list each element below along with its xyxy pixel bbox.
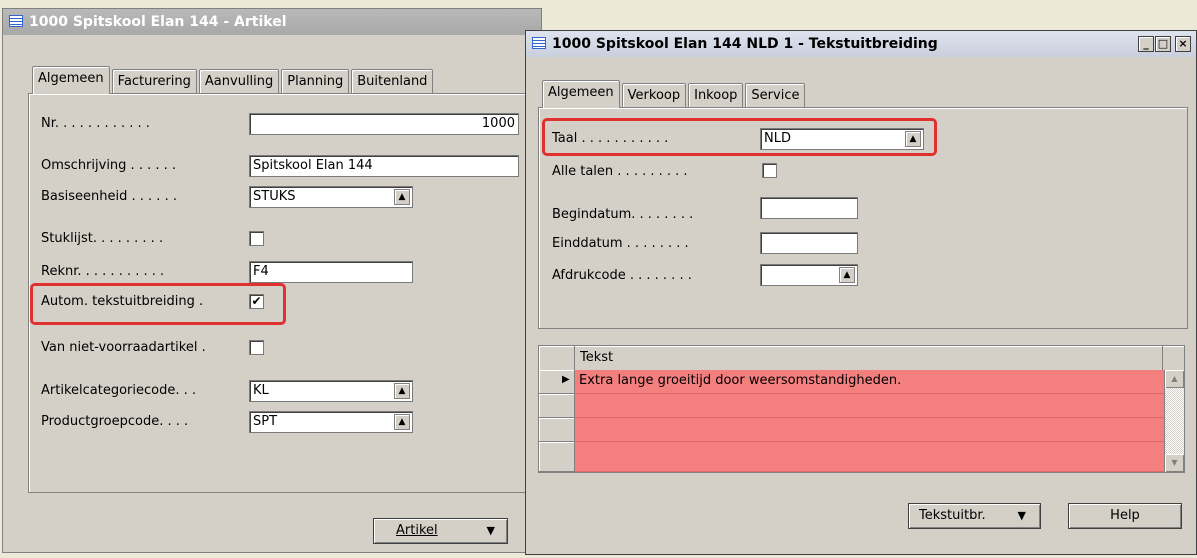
omschrijving-field[interactable]: Spitskool Elan 144	[249, 155, 519, 177]
einddatum-field[interactable]	[760, 232, 858, 254]
scroll-up-icon[interactable]: ▲	[1165, 370, 1184, 388]
item-card-general-panel	[28, 93, 540, 493]
item-card-window: 1000 Spitskool Elan 144 - Artikel Algeme…	[2, 8, 542, 553]
lookup-icon[interactable]: ▲	[394, 414, 410, 430]
omschrijving-label: Omschrijving . . . . . .	[41, 158, 177, 173]
productgroepcode-label: Productgroepcode. . . .	[41, 414, 189, 429]
lookup-icon[interactable]: ▲	[839, 267, 855, 283]
productgroepcode-value: SPT	[253, 414, 278, 429]
basiseenheid-label: Basiseenheid . . . . . .	[41, 189, 177, 204]
grid-cell[interactable]: Extra lange groeitijd door weersomstandi…	[575, 370, 1164, 394]
einddatum-label: Einddatum . . . . . . . .	[552, 236, 689, 251]
grid-header-row	[539, 346, 1184, 371]
text-extension-title: 1000 Spitskool Elan 144 NLD 1 - Tekstuit…	[552, 36, 938, 52]
grid-cell[interactable]	[575, 418, 1164, 442]
grid-corner	[539, 346, 575, 370]
form-icon	[532, 37, 546, 49]
autom-tekstuitbreiding-checkbox[interactable]: ✔	[249, 294, 264, 309]
begindatum-field[interactable]	[760, 197, 858, 219]
tekstuitbr-button-label: Tekstuitbr.	[919, 508, 986, 523]
row-selector[interactable]: ▶	[539, 370, 575, 394]
artikelcategoriecode-label: Artikelcategoriecode. . .	[41, 383, 197, 398]
row-selector[interactable]	[539, 418, 575, 442]
artikel-menu-button[interactable]: Artikel ▼	[373, 518, 508, 544]
grid-cell[interactable]	[575, 442, 1164, 472]
tab-facturering[interactable]: Facturering	[111, 69, 197, 94]
productgroepcode-field[interactable]: SPT ▲	[249, 411, 413, 433]
taal-field[interactable]: NLD ▲	[760, 128, 924, 150]
dropdown-arrow-icon: ▼	[1017, 509, 1026, 522]
row-selector[interactable]	[539, 394, 575, 418]
minimize-icon[interactable]: _	[1138, 36, 1154, 52]
text-extension-window: 1000 Spitskool Elan 144 NLD 1 - Tekstuit…	[525, 30, 1197, 555]
lookup-icon[interactable]: ▲	[394, 189, 410, 205]
tab-verkoop[interactable]: Verkoop	[621, 83, 687, 108]
nr-field[interactable]: 1000	[249, 113, 519, 135]
basiseenheid-field[interactable]: STUKS ▲	[249, 186, 413, 208]
taal-label: Taal . . . . . . . . . . .	[552, 131, 669, 146]
stuklijst-checkbox[interactable]	[249, 231, 264, 246]
text-extension-titlebar[interactable]: 1000 Spitskool Elan 144 NLD 1 - Tekstuit…	[526, 31, 1196, 57]
begindatum-label: Begindatum. . . . . . . .	[552, 207, 694, 222]
tab-planning[interactable]: Planning	[281, 69, 350, 94]
alle-talen-checkbox[interactable]	[762, 163, 777, 178]
tab-service[interactable]: Service	[745, 83, 806, 108]
help-button[interactable]: Help	[1068, 503, 1182, 529]
artikelcategoriecode-field[interactable]: KL ▲	[249, 380, 413, 402]
lookup-icon[interactable]: ▲	[905, 131, 921, 147]
column-header-tekst[interactable]: Tekst	[580, 350, 613, 365]
tab-algemeen[interactable]: Algemeen	[542, 80, 620, 108]
van-niet-voorraadartikel-checkbox[interactable]	[249, 340, 264, 355]
afdrukcode-label: Afdrukcode . . . . . . . .	[552, 268, 692, 283]
tab-algemeen[interactable]: Algemeen	[32, 66, 110, 94]
grid-cell[interactable]	[575, 394, 1164, 418]
text-lines-grid[interactable]: Tekst ▶ Extra lange groeitijd door weers…	[538, 345, 1185, 473]
tab-buitenland[interactable]: Buitenland	[351, 69, 434, 94]
item-card-titlebar[interactable]: 1000 Spitskool Elan 144 - Artikel	[3, 9, 541, 35]
close-icon[interactable]: ×	[1175, 36, 1191, 52]
row-selector[interactable]	[539, 442, 575, 472]
van-niet-voorraadartikel-label: Van niet-voorraadartikel .	[41, 340, 206, 355]
form-icon	[9, 15, 23, 27]
nr-label: Nr. . . . . . . . . . . .	[41, 116, 150, 131]
item-card-title: 1000 Spitskool Elan 144 - Artikel	[29, 14, 287, 30]
text-extension-tabs: Algemeen Verkoop Inkoop Service	[542, 80, 807, 108]
scroll-down-icon[interactable]: ▼	[1165, 454, 1184, 472]
row-pointer-icon: ▶	[562, 374, 570, 385]
tab-aanvulling[interactable]: Aanvulling	[198, 69, 280, 94]
artikel-button-label: Artikel	[396, 523, 438, 538]
item-card-tabs: Algemeen Facturering Aanvulling Planning…	[32, 66, 435, 94]
tekstuitbreiding-menu-button[interactable]: Tekstuitbr. ▼	[908, 503, 1041, 529]
alle-talen-label: Alle talen . . . . . . . . .	[552, 164, 688, 179]
tab-inkoop[interactable]: Inkoop	[688, 83, 744, 108]
artikelcategoriecode-value: KL	[253, 383, 269, 398]
autom-tekstuitbreiding-label: Autom. tekstuitbreiding .	[41, 294, 204, 309]
stuklijst-label: Stuklijst. . . . . . . . .	[41, 231, 164, 246]
reknr-label: Reknr. . . . . . . . . . .	[41, 264, 165, 279]
basiseenheid-value: STUKS	[253, 189, 296, 204]
vertical-scrollbar[interactable]: ▲ ▼	[1164, 370, 1184, 472]
lookup-icon[interactable]: ▲	[394, 383, 410, 399]
dropdown-arrow-icon: ▼	[486, 524, 495, 537]
taal-value: NLD	[764, 131, 791, 146]
afdrukcode-field[interactable]: ▲	[760, 264, 858, 286]
grid-header-right-cap	[1162, 346, 1184, 370]
maximize-icon[interactable]: □	[1155, 36, 1171, 52]
reknr-field[interactable]: F4	[249, 261, 413, 283]
